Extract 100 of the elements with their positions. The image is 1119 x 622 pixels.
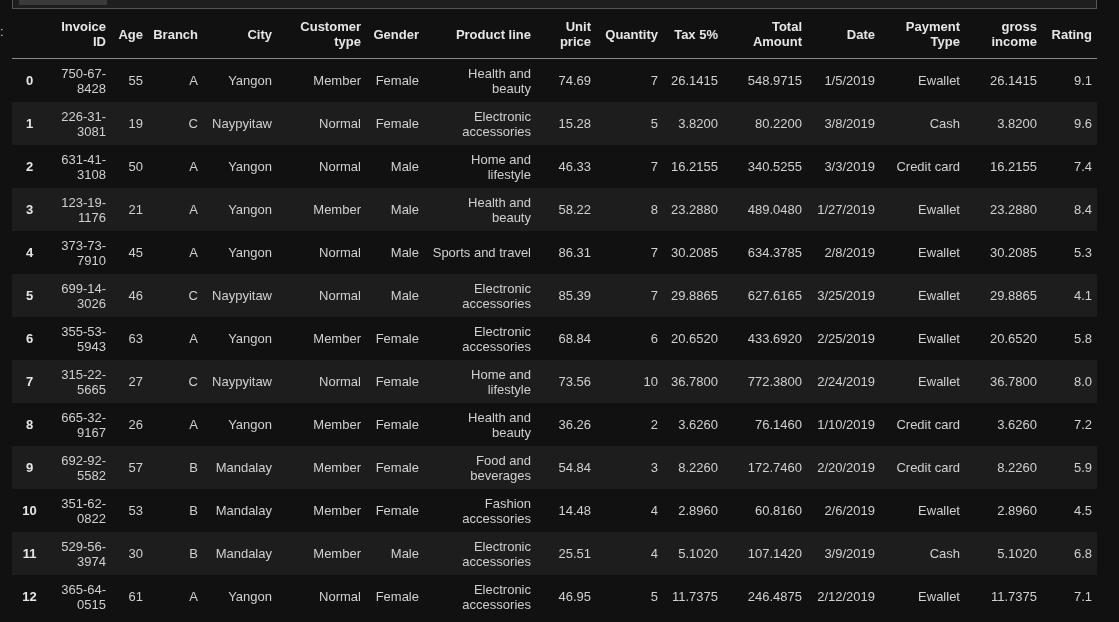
table-cell: 772.3800	[723, 360, 807, 403]
table-cell: 73.56	[536, 360, 596, 403]
table-cell: 16.2155	[965, 145, 1042, 188]
table-cell: Female	[366, 317, 424, 360]
table-cell: Member	[277, 317, 366, 360]
table-cell: Male	[366, 231, 424, 274]
table-cell: 3/9/2019	[807, 532, 880, 575]
table-cell: Home and lifestyle	[424, 360, 536, 403]
table-cell: 3	[596, 446, 663, 489]
table-cell: 2/24/2019	[807, 360, 880, 403]
table-cell: 4	[596, 489, 663, 532]
table-cell: A	[148, 145, 203, 188]
code-cell-input[interactable]	[12, 0, 1097, 9]
table-cell: Electronic accessories	[424, 532, 536, 575]
table-cell: 11.7375	[663, 575, 723, 618]
row-index: 0	[12, 58, 47, 102]
table-cell: 246.4875	[723, 575, 807, 618]
table-cell: 2/25/2019	[807, 317, 880, 360]
table-cell: 699-14-3026	[47, 274, 111, 317]
table-cell: 123-19-1176	[47, 188, 111, 231]
table-cell: Cash	[880, 102, 965, 145]
table-cell: Mandalay	[203, 532, 277, 575]
table-cell: Yangon	[203, 188, 277, 231]
table-cell: 21	[111, 188, 148, 231]
table-cell: 7.4	[1042, 145, 1097, 188]
table-cell: 373-73-7910	[47, 231, 111, 274]
table-cell: Normal	[277, 575, 366, 618]
table-cell: 85.39	[536, 274, 596, 317]
table-cell: 26.1415	[965, 58, 1042, 102]
table-cell: 692-92-5582	[47, 446, 111, 489]
table-cell: Ewallet	[880, 575, 965, 618]
table-cell: 36.7800	[663, 360, 723, 403]
table-cell: 23.2880	[663, 188, 723, 231]
table-cell: 1/5/2019	[807, 58, 880, 102]
table-cell: 489.0480	[723, 188, 807, 231]
table-cell: 6.8	[1042, 532, 1097, 575]
table-cell: Male	[366, 145, 424, 188]
row-index: 7	[12, 360, 47, 403]
table-cell: 2/8/2019	[807, 231, 880, 274]
table-cell: Credit card	[880, 145, 965, 188]
table-cell: 3/8/2019	[807, 102, 880, 145]
table-cell: 340.5255	[723, 145, 807, 188]
table-cell: 5.3	[1042, 231, 1097, 274]
table-cell: 30.2085	[965, 231, 1042, 274]
table-cell: 9.6	[1042, 102, 1097, 145]
table-cell: 7	[596, 58, 663, 102]
row-index: 1	[12, 102, 47, 145]
table-cell: 548.9715	[723, 58, 807, 102]
table-cell: Fashion accessories	[424, 489, 536, 532]
row-index: 4	[12, 231, 47, 274]
table-cell: 26.1415	[663, 58, 723, 102]
column-header: Tax 5%	[663, 10, 723, 59]
table-cell: 4.5	[1042, 489, 1097, 532]
column-header: Payment Type	[880, 10, 965, 59]
table-cell: 7	[596, 231, 663, 274]
table-cell: 2	[596, 403, 663, 446]
table-cell: 7	[596, 145, 663, 188]
table-cell: 25.51	[536, 532, 596, 575]
table-cell: Credit card	[880, 446, 965, 489]
table-cell: Female	[366, 489, 424, 532]
table-cell: 172.7460	[723, 446, 807, 489]
table-cell: 23.2880	[965, 188, 1042, 231]
table-cell: Naypyitaw	[203, 274, 277, 317]
column-header: gross income	[965, 10, 1042, 59]
table-cell: Sports and travel	[424, 231, 536, 274]
table-cell: 7.2	[1042, 403, 1097, 446]
table-cell: Member	[277, 188, 366, 231]
table-cell: 8.2260	[965, 446, 1042, 489]
table-cell: 46	[111, 274, 148, 317]
table-cell: 3/25/2019	[807, 274, 880, 317]
table-cell: Normal	[277, 231, 366, 274]
column-header: City	[203, 10, 277, 59]
table-cell: 3.6260	[663, 403, 723, 446]
table-cell: A	[148, 575, 203, 618]
table-cell: 3.8200	[965, 102, 1042, 145]
table-cell: Member	[277, 532, 366, 575]
table-cell: 631-41-3108	[47, 145, 111, 188]
table-cell: 68.84	[536, 317, 596, 360]
table-cell: 3.6260	[965, 403, 1042, 446]
table-cell: Ewallet	[880, 360, 965, 403]
table-cell: 107.1420	[723, 532, 807, 575]
table-cell: 2/20/2019	[807, 446, 880, 489]
table-cell: Normal	[277, 102, 366, 145]
table-cell: Yangon	[203, 317, 277, 360]
table-cell: Female	[366, 446, 424, 489]
table-cell: Mandalay	[203, 446, 277, 489]
table-cell: 61	[111, 575, 148, 618]
table-cell: Ewallet	[880, 58, 965, 102]
table-cell: A	[148, 231, 203, 274]
table-cell: 10	[596, 360, 663, 403]
table-cell: 7.1	[1042, 575, 1097, 618]
table-cell: Electronic accessories	[424, 317, 536, 360]
table-cell: Male	[366, 274, 424, 317]
column-header: Quantity	[596, 10, 663, 59]
table-cell: Male	[366, 532, 424, 575]
row-index: 2	[12, 145, 47, 188]
table-cell: 365-64-0515	[47, 575, 111, 618]
table-cell: B	[148, 489, 203, 532]
table-cell: 5	[596, 575, 663, 618]
table-cell: Ewallet	[880, 231, 965, 274]
